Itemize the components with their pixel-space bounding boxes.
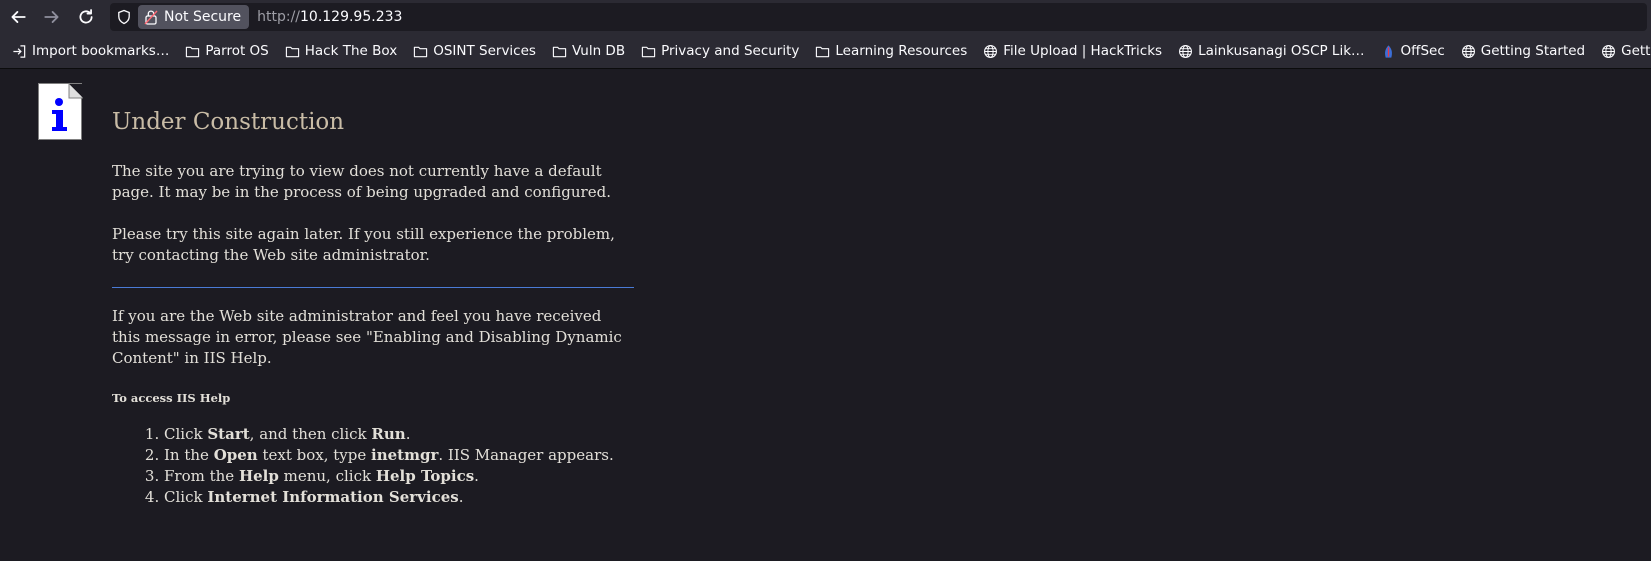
- address-bar[interactable]: Not Secure http://10.129.95.233: [110, 3, 1647, 31]
- bookmark-label: OffSec: [1400, 43, 1445, 59]
- browser-toolbar: Not Secure http://10.129.95.233: [0, 0, 1651, 34]
- forward-button[interactable]: [36, 2, 68, 32]
- step-text: Click: [164, 488, 208, 506]
- help-step: Click Internet Information Services.: [164, 487, 634, 508]
- bookmark-file-upload-hacktricks[interactable]: File Upload | HackTricks: [979, 41, 1166, 61]
- bookmark-getting-started-1[interactable]: Getting Started: [1457, 41, 1589, 61]
- bookmark-label: Vuln DB: [571, 43, 626, 59]
- site-security-button[interactable]: Not Secure: [138, 5, 250, 29]
- step-text: From the: [164, 467, 239, 485]
- globe-icon: [1461, 44, 1475, 58]
- message-paragraph-try-later: Please try this site again later. If you…: [112, 225, 615, 264]
- step-keyword: Internet Information Services: [207, 488, 459, 506]
- step-text: .: [474, 467, 479, 485]
- step-keyword: inetmgr: [371, 446, 439, 464]
- url-text[interactable]: http://10.129.95.233: [257, 9, 402, 25]
- url-scheme: http://: [257, 9, 300, 25]
- message-paragraph-admin: If you are the Web site administrator an…: [112, 307, 622, 367]
- step-text: text box, type: [257, 446, 372, 464]
- offsec-icon: [1384, 44, 1392, 58]
- url-host: 10.129.95.233: [300, 9, 403, 25]
- step-keyword: Help Topics: [375, 467, 475, 485]
- help-steps-list: Click Start, and then click Run. In the …: [112, 424, 634, 508]
- divider: [112, 287, 634, 288]
- step-text: Click: [164, 425, 208, 443]
- bookmark-label: Hack The Box: [304, 43, 398, 59]
- help-step: From the Help menu, click Help Topics.: [164, 466, 634, 487]
- globe-icon: [1602, 44, 1616, 58]
- bookmark-label: Privacy and Security: [661, 43, 800, 59]
- bookmark-label: Getting Started: [1480, 43, 1586, 59]
- bookmark-folder-osint-services[interactable]: OSINT Services: [409, 41, 540, 61]
- help-step: In the Open text box, type inetmgr. IIS …: [164, 445, 634, 466]
- reload-button[interactable]: [70, 2, 102, 32]
- bookmark-label: OSINT Services: [433, 43, 536, 59]
- page-title: Under Construction: [112, 109, 345, 135]
- bookmark-label: Import bookmarks…: [32, 43, 170, 59]
- folder-icon: [285, 46, 299, 57]
- globe-icon: [984, 44, 998, 58]
- tracking-protection-button[interactable]: [110, 9, 138, 25]
- bookmark-folder-vuln-db[interactable]: Vuln DB: [548, 41, 629, 61]
- bookmark-label: Learning Resources: [835, 43, 968, 59]
- bookmark-folder-hack-the-box[interactable]: Hack The Box: [281, 41, 401, 61]
- folder-icon: [552, 46, 567, 57]
- security-label: Not Secure: [164, 9, 242, 25]
- bookmark-folder-learning-resources[interactable]: Learning Resources: [811, 41, 971, 61]
- bookmark-folder-parrot-os[interactable]: Parrot OS: [181, 41, 272, 61]
- step-text: .: [458, 488, 464, 506]
- globe-icon: [1179, 44, 1193, 58]
- help-step: Click Start, and then click Run.: [164, 424, 634, 445]
- step-keyword: Run: [371, 425, 406, 443]
- bookmark-offsec[interactable]: OffSec: [1377, 41, 1449, 61]
- bookmark-label: Lainkusanagi OSCP Lik…: [1198, 43, 1365, 59]
- page-content: Under Construction The site you are tryi…: [112, 109, 634, 508]
- message-paragraph-default-page: The site you are trying to view does not…: [112, 162, 611, 201]
- bookmark-import[interactable]: Import bookmarks…: [8, 41, 173, 61]
- bookmarks-toolbar: Import bookmarks… Parrot OS Hack The Box…: [0, 34, 1651, 69]
- bookmark-label: Getting Started: [1621, 43, 1651, 59]
- step-keyword: Open: [213, 446, 258, 464]
- arrow-right-icon: [44, 11, 59, 23]
- bookmark-label: Parrot OS: [205, 43, 269, 59]
- help-heading: To access IIS Help: [112, 391, 231, 405]
- bookmark-folder-privacy-security[interactable]: Privacy and Security: [637, 41, 803, 61]
- step-text: . IIS Manager appears.: [438, 446, 614, 464]
- folder-icon: [816, 46, 830, 57]
- step-text: In the: [164, 446, 214, 464]
- step-text: , and then click: [249, 425, 372, 443]
- step-keyword: Help: [238, 467, 279, 485]
- import-icon: [13, 44, 26, 58]
- folder-icon: [414, 46, 428, 57]
- shield-icon: [118, 9, 130, 25]
- bookmark-getting-started-2[interactable]: Getting Started: [1597, 41, 1651, 61]
- arrow-left-icon: [11, 11, 26, 23]
- folder-icon: [641, 46, 656, 57]
- back-button[interactable]: [2, 2, 34, 32]
- web-page: Under Construction The site you are tryi…: [0, 69, 1651, 560]
- insecure-lock-icon: [144, 10, 158, 25]
- step-text: menu, click: [278, 467, 376, 485]
- step-keyword: Start: [207, 425, 250, 443]
- bookmark-label: File Upload | HackTricks: [1003, 43, 1163, 59]
- info-icon: [38, 83, 83, 140]
- reload-icon: [79, 9, 93, 24]
- bookmark-lainkusanagi[interactable]: Lainkusanagi OSCP Lik…: [1174, 41, 1368, 61]
- folder-icon: [186, 46, 200, 57]
- step-text: .: [405, 425, 411, 443]
